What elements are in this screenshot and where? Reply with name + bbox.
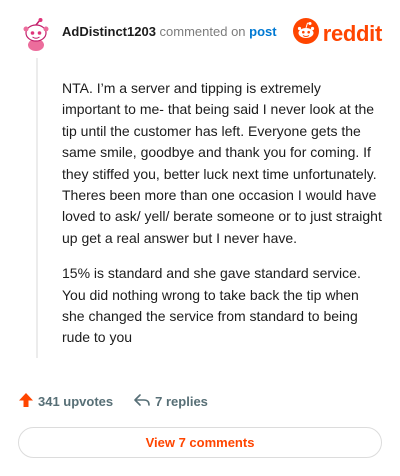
reddit-wordmark: reddit	[322, 20, 383, 46]
comment-paragraph: 15% is standard and she gave standard se…	[62, 265, 361, 346]
comment-body: NTA. I’m a server and tipping is extreme…	[62, 78, 382, 363]
thread-line[interactable]	[36, 58, 38, 358]
username-link[interactable]: AdDistinct1203	[62, 24, 156, 39]
comment-actions: 341 upvotes 7 replies	[18, 392, 228, 411]
reddit-brand[interactable]: reddit	[292, 18, 383, 49]
snoo-avatar-icon[interactable]	[18, 16, 54, 52]
view-comments-button[interactable]: View 7 comments	[18, 427, 382, 458]
commented-on-text: commented on	[159, 24, 246, 39]
comment-card: AdDistinct1203 commented on post reddit …	[0, 0, 400, 476]
upvote-count: 341 upvotes	[38, 394, 114, 409]
comment-paragraph: NTA. I’m a server and tipping is extreme…	[62, 80, 382, 246]
replies-button[interactable]: 7 replies	[133, 392, 208, 411]
replies-count: 7 replies	[155, 394, 208, 409]
reply-arrow-icon	[133, 392, 155, 411]
comment-header: AdDistinct1203 commented on post reddit	[18, 14, 382, 54]
upvote-arrow-icon	[18, 392, 38, 411]
upvote-button[interactable]: 341 upvotes	[18, 392, 113, 411]
reddit-logo-icon	[292, 18, 319, 49]
comment-byline: AdDistinct1203 commented on post	[62, 24, 277, 39]
post-link[interactable]: post	[249, 24, 276, 39]
